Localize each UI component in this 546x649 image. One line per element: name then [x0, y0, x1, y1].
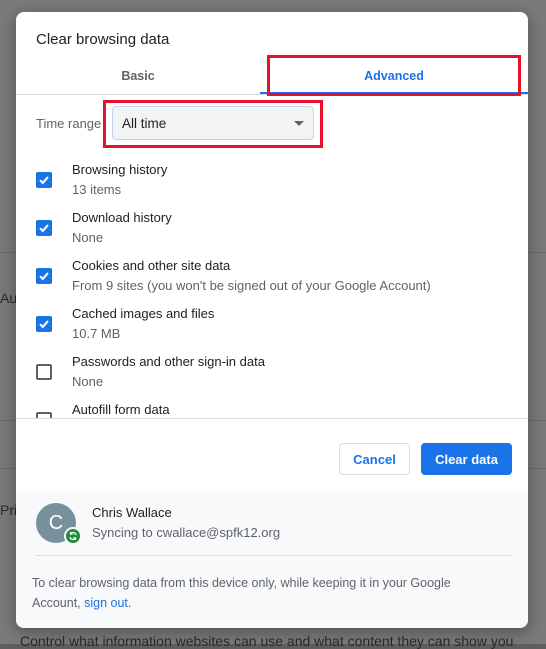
checkmark-icon	[39, 176, 49, 185]
sign-out-link[interactable]: sign out	[84, 596, 128, 610]
list-item-autofill: Autofill form data	[16, 392, 528, 418]
item-detail: None	[72, 230, 104, 245]
sync-status: Syncing to cwallace@spfk12.org	[92, 525, 281, 540]
sign-out-note: To clear browsing data from this device …	[32, 573, 502, 613]
item-detail: 10.7 MB	[72, 326, 121, 341]
item-label: Cookies and other site data	[72, 258, 231, 273]
note-text-end: .	[127, 596, 132, 610]
list-item-cookies: Cookies and other site data From 9 sites…	[16, 248, 528, 296]
highlight-box-time-range	[103, 100, 323, 148]
checkbox-cached-images[interactable]	[36, 316, 52, 332]
checkmark-icon	[39, 320, 49, 329]
item-label: Browsing history	[72, 162, 168, 177]
background-text: Pri	[0, 502, 18, 518]
list-item-download-history: Download history None	[16, 200, 528, 248]
data-type-list[interactable]: Browsing history 13 items Download histo…	[16, 152, 528, 418]
footer-divider	[36, 555, 512, 556]
item-label: Autofill form data	[72, 402, 170, 417]
list-divider	[16, 418, 528, 419]
clear-browsing-data-dialog: Clear browsing data Basic Advanced Time …	[16, 12, 528, 628]
checkmark-icon	[39, 224, 49, 233]
account-footer: C Chris Wallace Syncing to cwallace@spfk…	[16, 491, 528, 628]
list-item-browsing-history: Browsing history 13 items	[16, 152, 528, 200]
checkbox-download-history[interactable]	[36, 220, 52, 236]
checkmark-icon	[39, 272, 49, 281]
checkbox-passwords[interactable]	[36, 364, 52, 380]
item-detail: None	[72, 374, 104, 389]
item-detail: From 9 sites (you won't be signed out of…	[72, 278, 431, 293]
item-label: Download history	[72, 210, 172, 225]
highlight-box-advanced-tab	[267, 55, 521, 96]
background-text: Control what information websites can us…	[20, 633, 514, 649]
item-label: Cached images and files	[72, 306, 215, 321]
account-name: Chris Wallace	[92, 505, 172, 520]
list-item-cached-images: Cached images and files 10.7 MB	[16, 296, 528, 344]
cancel-button[interactable]: Cancel	[339, 443, 410, 475]
checkbox-cookies[interactable]	[36, 268, 52, 284]
item-label: Passwords and other sign-in data	[72, 354, 265, 369]
tab-basic[interactable]: Basic	[16, 58, 260, 94]
dialog-title: Clear browsing data	[36, 31, 170, 48]
background-text: Au	[0, 290, 18, 306]
item-detail: 13 items	[72, 182, 122, 197]
time-range-label: Time range	[36, 116, 102, 131]
clear-data-button[interactable]: Clear data	[421, 443, 512, 475]
checkbox-browsing-history[interactable]	[36, 172, 52, 188]
list-item-passwords: Passwords and other sign-in data None	[16, 344, 528, 392]
sync-icon	[64, 527, 82, 545]
